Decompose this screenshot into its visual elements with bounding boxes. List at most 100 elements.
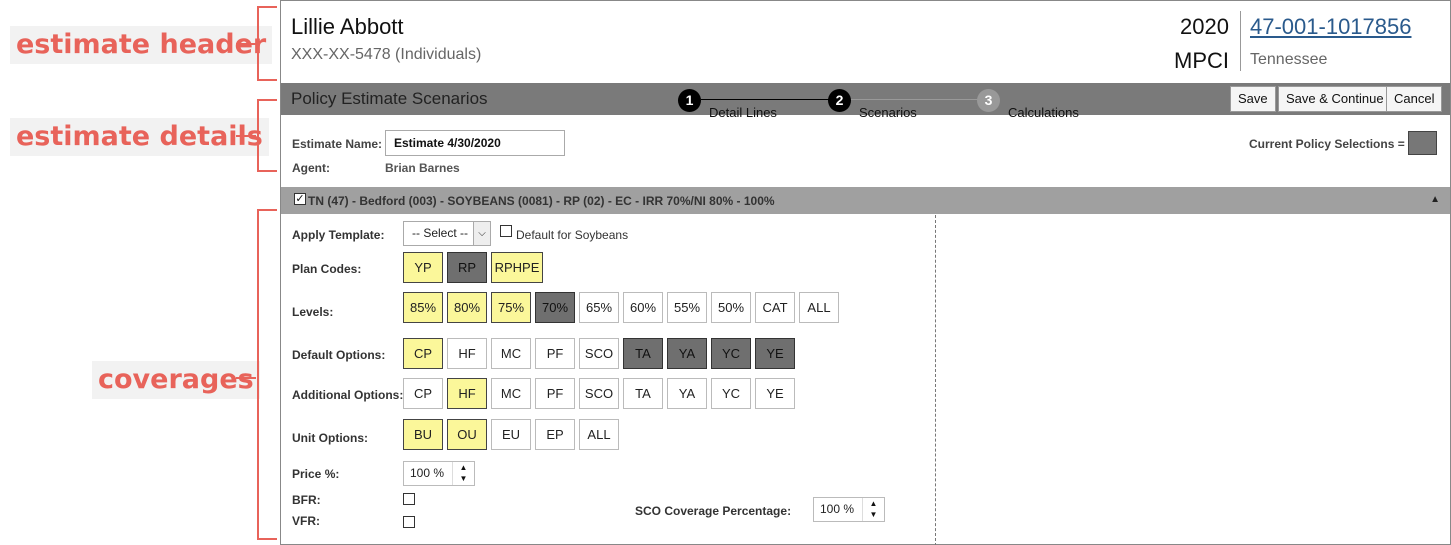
- sco-coverage-value: 100 %: [820, 502, 855, 516]
- option-levels-75pct[interactable]: 75%: [491, 292, 531, 323]
- option-default-ta[interactable]: TA: [623, 338, 663, 369]
- template-select[interactable]: -- Select -- ⌵: [403, 221, 491, 246]
- price-value: 100 %: [410, 466, 445, 480]
- option-default-hf[interactable]: HF: [447, 338, 487, 369]
- option-default-sco[interactable]: SCO: [579, 338, 619, 369]
- sco-coverage-label: SCO Coverage Percentage:: [635, 504, 792, 518]
- bracket-estimate-header: [257, 6, 277, 81]
- agent-label: Agent:: [292, 161, 330, 175]
- option-default-ye[interactable]: YE: [755, 338, 795, 369]
- default-for-soybeans-checkbox[interactable]: [500, 225, 512, 237]
- column-divider: [935, 215, 936, 545]
- collapse-icon[interactable]: ▲: [1430, 194, 1440, 205]
- current-selections-label: Current Policy Selections =: [1249, 137, 1405, 151]
- step-number-2: 2: [828, 89, 851, 112]
- option-additional-yc[interactable]: YC: [711, 378, 751, 409]
- apply-template-label: Apply Template:: [292, 228, 385, 242]
- bracket-coverages: [257, 209, 277, 540]
- option-default-pf[interactable]: PF: [535, 338, 575, 369]
- option-plan-yp[interactable]: YP: [403, 252, 443, 283]
- option-additional-mc[interactable]: MC: [491, 378, 531, 409]
- vfr-label: VFR:: [292, 514, 320, 528]
- estimate-header: Lillie Abbott XXX-XX-5478 (Individuals) …: [281, 1, 1450, 83]
- option-additional-ya[interactable]: YA: [667, 378, 707, 409]
- bfr-checkbox[interactable]: [403, 493, 415, 505]
- step-detail-lines[interactable]: 1 Detail Lines: [678, 89, 777, 120]
- default-options-label: Default Options:: [292, 348, 386, 362]
- option-unit-all[interactable]: ALL: [579, 419, 619, 450]
- policy-state: Tennessee: [1250, 51, 1328, 68]
- crop-year: 2020: [1180, 14, 1229, 39]
- step-scenarios[interactable]: 2 Scenarios: [828, 89, 917, 120]
- header-separator: [1240, 11, 1241, 71]
- option-additional-cp[interactable]: CP: [403, 378, 443, 409]
- cancel-button[interactable]: Cancel: [1386, 86, 1443, 112]
- bracket-tick-header: [236, 43, 256, 45]
- save-continue-button[interactable]: Save & Continue: [1278, 86, 1392, 112]
- option-unit-eu[interactable]: EU: [491, 419, 531, 450]
- option-levels-80pct[interactable]: 80%: [447, 292, 487, 323]
- save-button[interactable]: Save: [1230, 86, 1276, 112]
- current-selections-swatch: [1408, 131, 1437, 155]
- option-unit-bu[interactable]: BU: [403, 419, 443, 450]
- bfr-label: BFR:: [292, 493, 321, 507]
- option-plan-rphpe[interactable]: RPHPE: [491, 252, 543, 283]
- coverage-section-bar[interactable]: ✓ TN (47) - Bedford (003) - SOYBEANS (00…: [281, 187, 1450, 214]
- agent-value: Brian Barnes: [385, 161, 460, 175]
- option-additional-pf[interactable]: PF: [535, 378, 575, 409]
- option-levels-65pct[interactable]: 65%: [579, 292, 619, 323]
- step-label-1: Detail Lines: [709, 105, 777, 120]
- option-levels-70pct[interactable]: 70%: [535, 292, 575, 323]
- check-icon: ✓: [295, 193, 305, 205]
- option-default-cp[interactable]: CP: [403, 338, 443, 369]
- option-levels-60pct[interactable]: 60%: [623, 292, 663, 323]
- levels-label: Levels:: [292, 305, 334, 319]
- stepper-arrows-icon[interactable]: ▲ ▼: [452, 462, 474, 485]
- option-additional-ta[interactable]: TA: [623, 378, 663, 409]
- option-default-mc[interactable]: MC: [491, 338, 531, 369]
- option-levels-50pct[interactable]: 50%: [711, 292, 751, 323]
- page-title: Policy Estimate Scenarios: [291, 89, 488, 108]
- stepper-arrows-icon[interactable]: ▲ ▼: [862, 498, 884, 521]
- price-label: Price %:: [292, 467, 340, 481]
- option-additional-hf[interactable]: HF: [447, 378, 487, 409]
- option-unit-ou[interactable]: OU: [447, 419, 487, 450]
- step-number-1: 1: [678, 89, 701, 112]
- estimate-name-label: Estimate Name:: [292, 137, 383, 151]
- option-unit-ep[interactable]: EP: [535, 419, 575, 450]
- estimate-panel: Lillie Abbott XXX-XX-5478 (Individuals) …: [280, 0, 1451, 545]
- additional-options-label: Additional Options:: [292, 388, 404, 402]
- option-levels-cat[interactable]: CAT: [755, 292, 795, 323]
- option-levels-all[interactable]: ALL: [799, 292, 839, 323]
- price-stepper[interactable]: 100 % ▲ ▼: [403, 461, 475, 486]
- bracket-estimate-details: [257, 99, 277, 172]
- option-plan-rp[interactable]: RP: [447, 252, 487, 283]
- policy-type: MPCI: [1174, 48, 1229, 73]
- step-number-3: 3: [977, 89, 1000, 112]
- step-label-3: Calculations: [1008, 105, 1079, 120]
- section-checkbox[interactable]: ✓: [294, 193, 306, 205]
- estimate-name-input[interactable]: Estimate 4/30/2020: [385, 130, 565, 156]
- option-levels-85pct[interactable]: 85%: [403, 292, 443, 323]
- bracket-tick-details: [236, 135, 256, 137]
- policy-number-link[interactable]: 47-001-1017856: [1250, 14, 1411, 40]
- insured-name: Lillie Abbott: [291, 14, 404, 39]
- option-levels-55pct[interactable]: 55%: [667, 292, 707, 323]
- template-select-value: -- Select --: [412, 226, 469, 240]
- bracket-tick-coverages: [236, 377, 256, 379]
- annotation-estimate-header: estimate header: [10, 26, 273, 64]
- insured-ssn: XXX-XX-5478 (Individuals): [291, 46, 482, 63]
- annotation-coverages: coverages: [92, 361, 260, 399]
- step-label-2: Scenarios: [859, 105, 917, 120]
- option-additional-ye[interactable]: YE: [755, 378, 795, 409]
- step-calculations[interactable]: 3 Calculations: [977, 89, 1079, 120]
- sco-coverage-stepper[interactable]: 100 % ▲ ▼: [813, 497, 885, 522]
- vfr-checkbox[interactable]: [403, 516, 415, 528]
- option-default-ya[interactable]: YA: [667, 338, 707, 369]
- section-title: TN (47) - Bedford (003) - SOYBEANS (0081…: [308, 194, 775, 208]
- default-for-soybeans-label: Default for Soybeans: [516, 228, 629, 242]
- option-additional-sco[interactable]: SCO: [579, 378, 619, 409]
- option-default-yc[interactable]: YC: [711, 338, 751, 369]
- annotation-estimate-details: estimate details: [10, 118, 269, 156]
- plan-codes-label: Plan Codes:: [292, 262, 362, 276]
